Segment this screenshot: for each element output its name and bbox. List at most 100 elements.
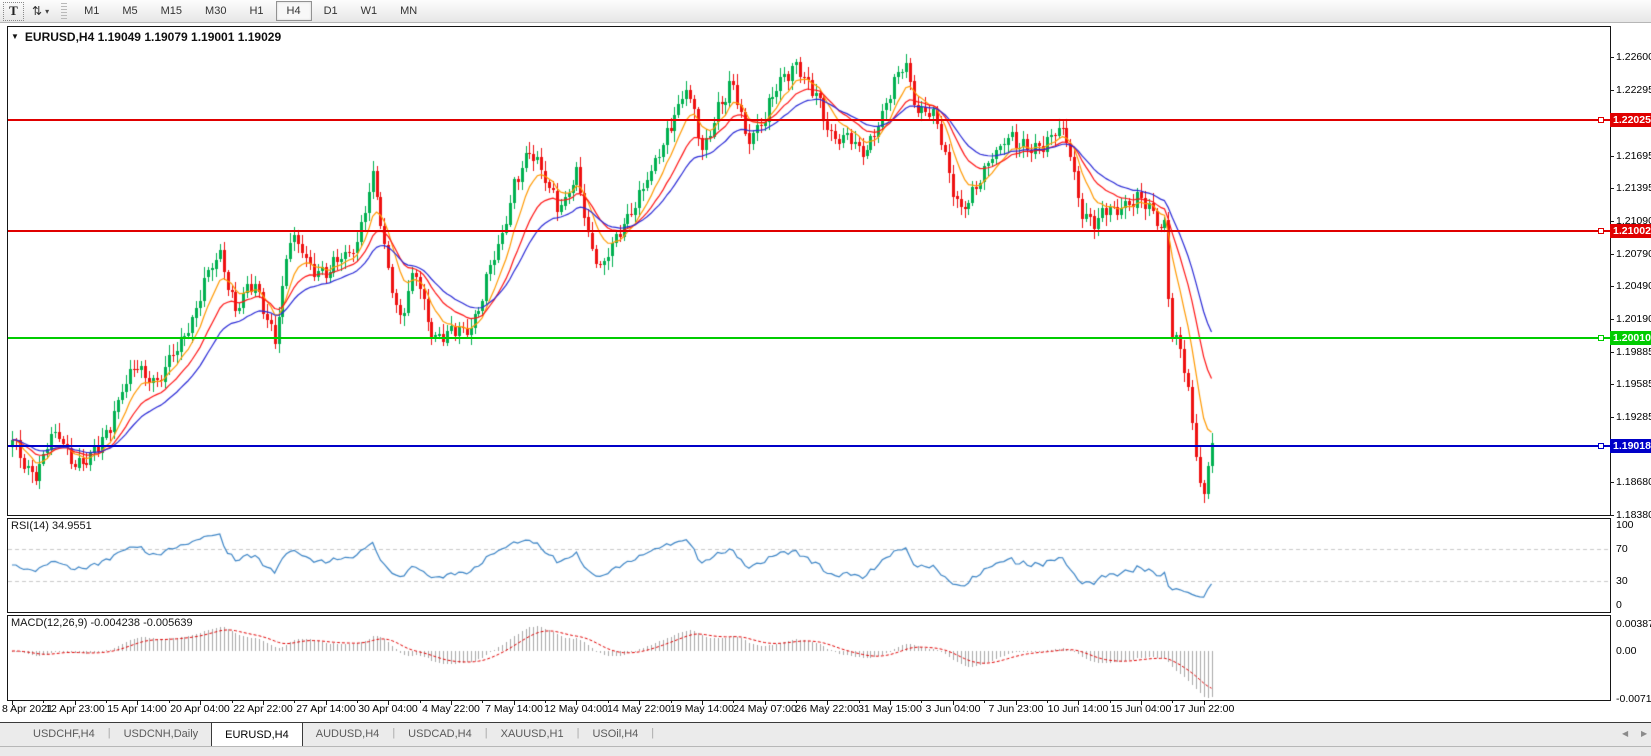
date-axis-label: 3 Jun 04:00 — [926, 703, 981, 715]
arrows-icon: ⇅ — [32, 5, 42, 17]
chart-title-triangle-icon: ▼ — [11, 32, 19, 41]
chart-tab-xauusd-h1[interactable]: XAUUSD,H1 — [488, 723, 577, 746]
timeframe-button-d1[interactable]: D1 — [313, 1, 349, 21]
date-axis-label: 15 Apr 14:00 — [107, 703, 167, 715]
current-price-line-handle[interactable] — [1598, 443, 1604, 449]
chart-title-text: EURUSD,H4 1.19049 1.19079 1.19001 1.1902… — [25, 30, 281, 44]
timeframe-button-m15[interactable]: M15 — [150, 1, 193, 21]
timeframe-button-m1[interactable]: M1 — [73, 1, 110, 21]
chart-tab-usdcad-h4[interactable]: USDCAD,H4 — [395, 723, 485, 746]
price-axis-label: 1.19885 — [1616, 346, 1651, 358]
price-axis-label: 1.20790 — [1616, 248, 1651, 260]
price-axis-tick — [1610, 90, 1614, 91]
date-axis-label: 27 Apr 14:00 — [296, 703, 356, 715]
date-axis-label: 7 Jun 23:00 — [989, 703, 1044, 715]
date-axis-label: 24 May 07:00 — [733, 703, 797, 715]
price-axis-label: 1.21395 — [1616, 182, 1651, 194]
macd-axis-label: 0.00 — [1616, 645, 1636, 657]
date-axis-label: 4 May 22:00 — [422, 703, 480, 715]
price-chart-canvas[interactable] — [8, 27, 1609, 515]
toolbar-grip — [61, 3, 67, 19]
text-tool-button[interactable]: T — [3, 2, 24, 21]
resistance-line-upper-handle[interactable] — [1598, 117, 1604, 123]
chart-tab-audusd-h4[interactable]: AUDUSD,H4 — [303, 723, 393, 746]
arrows-tool-button[interactable]: ⇅ ▾ — [27, 2, 54, 21]
price-axis-tick — [1610, 57, 1614, 58]
status-bar — [0, 746, 1651, 756]
support-line-price-badge: 1.20010 — [1610, 331, 1651, 345]
timeframe-button-m30[interactable]: M30 — [194, 1, 237, 21]
tab-scroll-left-button[interactable]: ◀ — [1622, 729, 1628, 738]
date-axis-minor-tick — [984, 701, 985, 703]
date-axis-label: 10 Jun 14:00 — [1048, 703, 1109, 715]
chevron-down-icon: ▾ — [45, 7, 49, 16]
price-axis-label: 1.19585 — [1616, 378, 1651, 390]
date-axis-label: 31 May 15:00 — [858, 703, 922, 715]
date-axis-label: 17 Jun 22:00 — [1174, 703, 1235, 715]
rsi-axis-label: 0 — [1616, 599, 1622, 611]
tab-scroll-right-button[interactable]: ▶ — [1641, 729, 1647, 738]
price-axis-tick — [1610, 286, 1614, 287]
timeframe-button-h1[interactable]: H1 — [238, 1, 274, 21]
date-axis-minor-tick — [482, 701, 483, 703]
chart-title: ▼ EURUSD,H4 1.19049 1.19079 1.19001 1.190… — [11, 30, 281, 44]
timeframe-button-mn[interactable]: MN — [389, 1, 428, 21]
date-axis-label: 20 Apr 04:00 — [170, 703, 230, 715]
price-axis-label: 1.20490 — [1616, 280, 1651, 292]
date-axis-label: 7 May 14:00 — [485, 703, 543, 715]
resistance-line-upper-price-badge: 1.22025 — [1610, 113, 1651, 127]
tab-separator: | — [651, 723, 654, 746]
trading-terminal-window: T ⇅ ▾ M1M5M15M30H1H4D1W1MN ▼ EURUSD,H4 1.… — [0, 0, 1651, 756]
resistance-line-upper[interactable] — [8, 119, 1610, 121]
price-axis-label: 1.19285 — [1616, 411, 1651, 423]
timeframe-button-m5[interactable]: M5 — [111, 1, 148, 21]
date-axis-label: 22 Apr 22:00 — [233, 703, 293, 715]
rsi-axis-label: 70 — [1616, 543, 1628, 555]
price-axis-tick — [1610, 352, 1614, 353]
price-axis-label: 1.18680 — [1616, 476, 1651, 488]
date-axis-label: 30 Apr 04:00 — [358, 703, 418, 715]
date-axis-minor-tick — [294, 701, 295, 703]
price-axis-tick — [1610, 319, 1614, 320]
date-axis-label: 15 Jun 04:00 — [1111, 703, 1172, 715]
date-axis-label: 26 May 22:00 — [795, 703, 859, 715]
support-line-handle[interactable] — [1598, 335, 1604, 341]
chart-tab-usdchf-h4[interactable]: USDCHF,H4 — [20, 723, 108, 746]
chart-tab-eurusd-h4[interactable]: EURUSD,H4 — [211, 722, 303, 746]
macd-indicator-label: MACD(12,26,9) -0.004238 -0.005639 — [11, 617, 193, 629]
price-axis-tick — [1610, 417, 1614, 418]
date-axis-label: 14 May 22:00 — [607, 703, 671, 715]
current-price-line[interactable] — [8, 445, 1610, 447]
price-axis-tick — [1610, 254, 1614, 255]
rsi-canvas[interactable] — [8, 519, 1609, 612]
price-axis-tick — [1610, 221, 1614, 222]
rsi-axis-label: 30 — [1616, 575, 1628, 587]
price-axis-label: 1.20190 — [1616, 313, 1651, 325]
resistance-line-lower[interactable] — [8, 230, 1610, 232]
macd-canvas[interactable] — [8, 616, 1609, 700]
price-axis-tick — [1610, 156, 1614, 157]
price-axis-tick — [1610, 188, 1614, 189]
timeframe-button-h4[interactable]: H4 — [276, 1, 312, 21]
resistance-line-lower-handle[interactable] — [1598, 228, 1604, 234]
current-price-line-price-badge: 1.19018 — [1610, 439, 1651, 453]
chart-tabs-bar: USDCHF,H4 | USDCNH,DailyEURUSD,H4AUDUSD,H4… — [0, 722, 1651, 746]
timeframe-button-w1[interactable]: W1 — [350, 1, 389, 21]
chart-tab-usdcnh-daily[interactable]: USDCNH,Daily — [111, 723, 212, 746]
price-axis-label: 1.22295 — [1616, 84, 1651, 96]
date-axis-minor-tick — [420, 701, 421, 703]
rsi-axis-label: 100 — [1616, 519, 1634, 531]
price-axis-tick — [1610, 384, 1614, 385]
top-toolbar: T ⇅ ▾ M1M5M15M30H1H4D1W1MN — [0, 0, 1651, 23]
timeframe-toolbar: M1M5M15M30H1H4D1W1MN — [73, 1, 428, 21]
macd-axis-label: -0.00719 — [1616, 693, 1651, 705]
price-axis-tick — [1610, 482, 1614, 483]
support-line[interactable] — [8, 337, 1610, 339]
resistance-line-lower-price-badge: 1.21002 — [1610, 224, 1651, 238]
date-axis-label: 19 May 14:00 — [670, 703, 734, 715]
macd-axis-label: 0.003873 — [1616, 618, 1651, 630]
rsi-indicator-label: RSI(14) 34.9551 — [11, 520, 92, 532]
date-axis-label: 12 May 04:00 — [544, 703, 608, 715]
date-axis-label: 12 Apr 23:00 — [45, 703, 105, 715]
chart-tab-usoil-h4[interactable]: USOil,H4 — [579, 723, 651, 746]
